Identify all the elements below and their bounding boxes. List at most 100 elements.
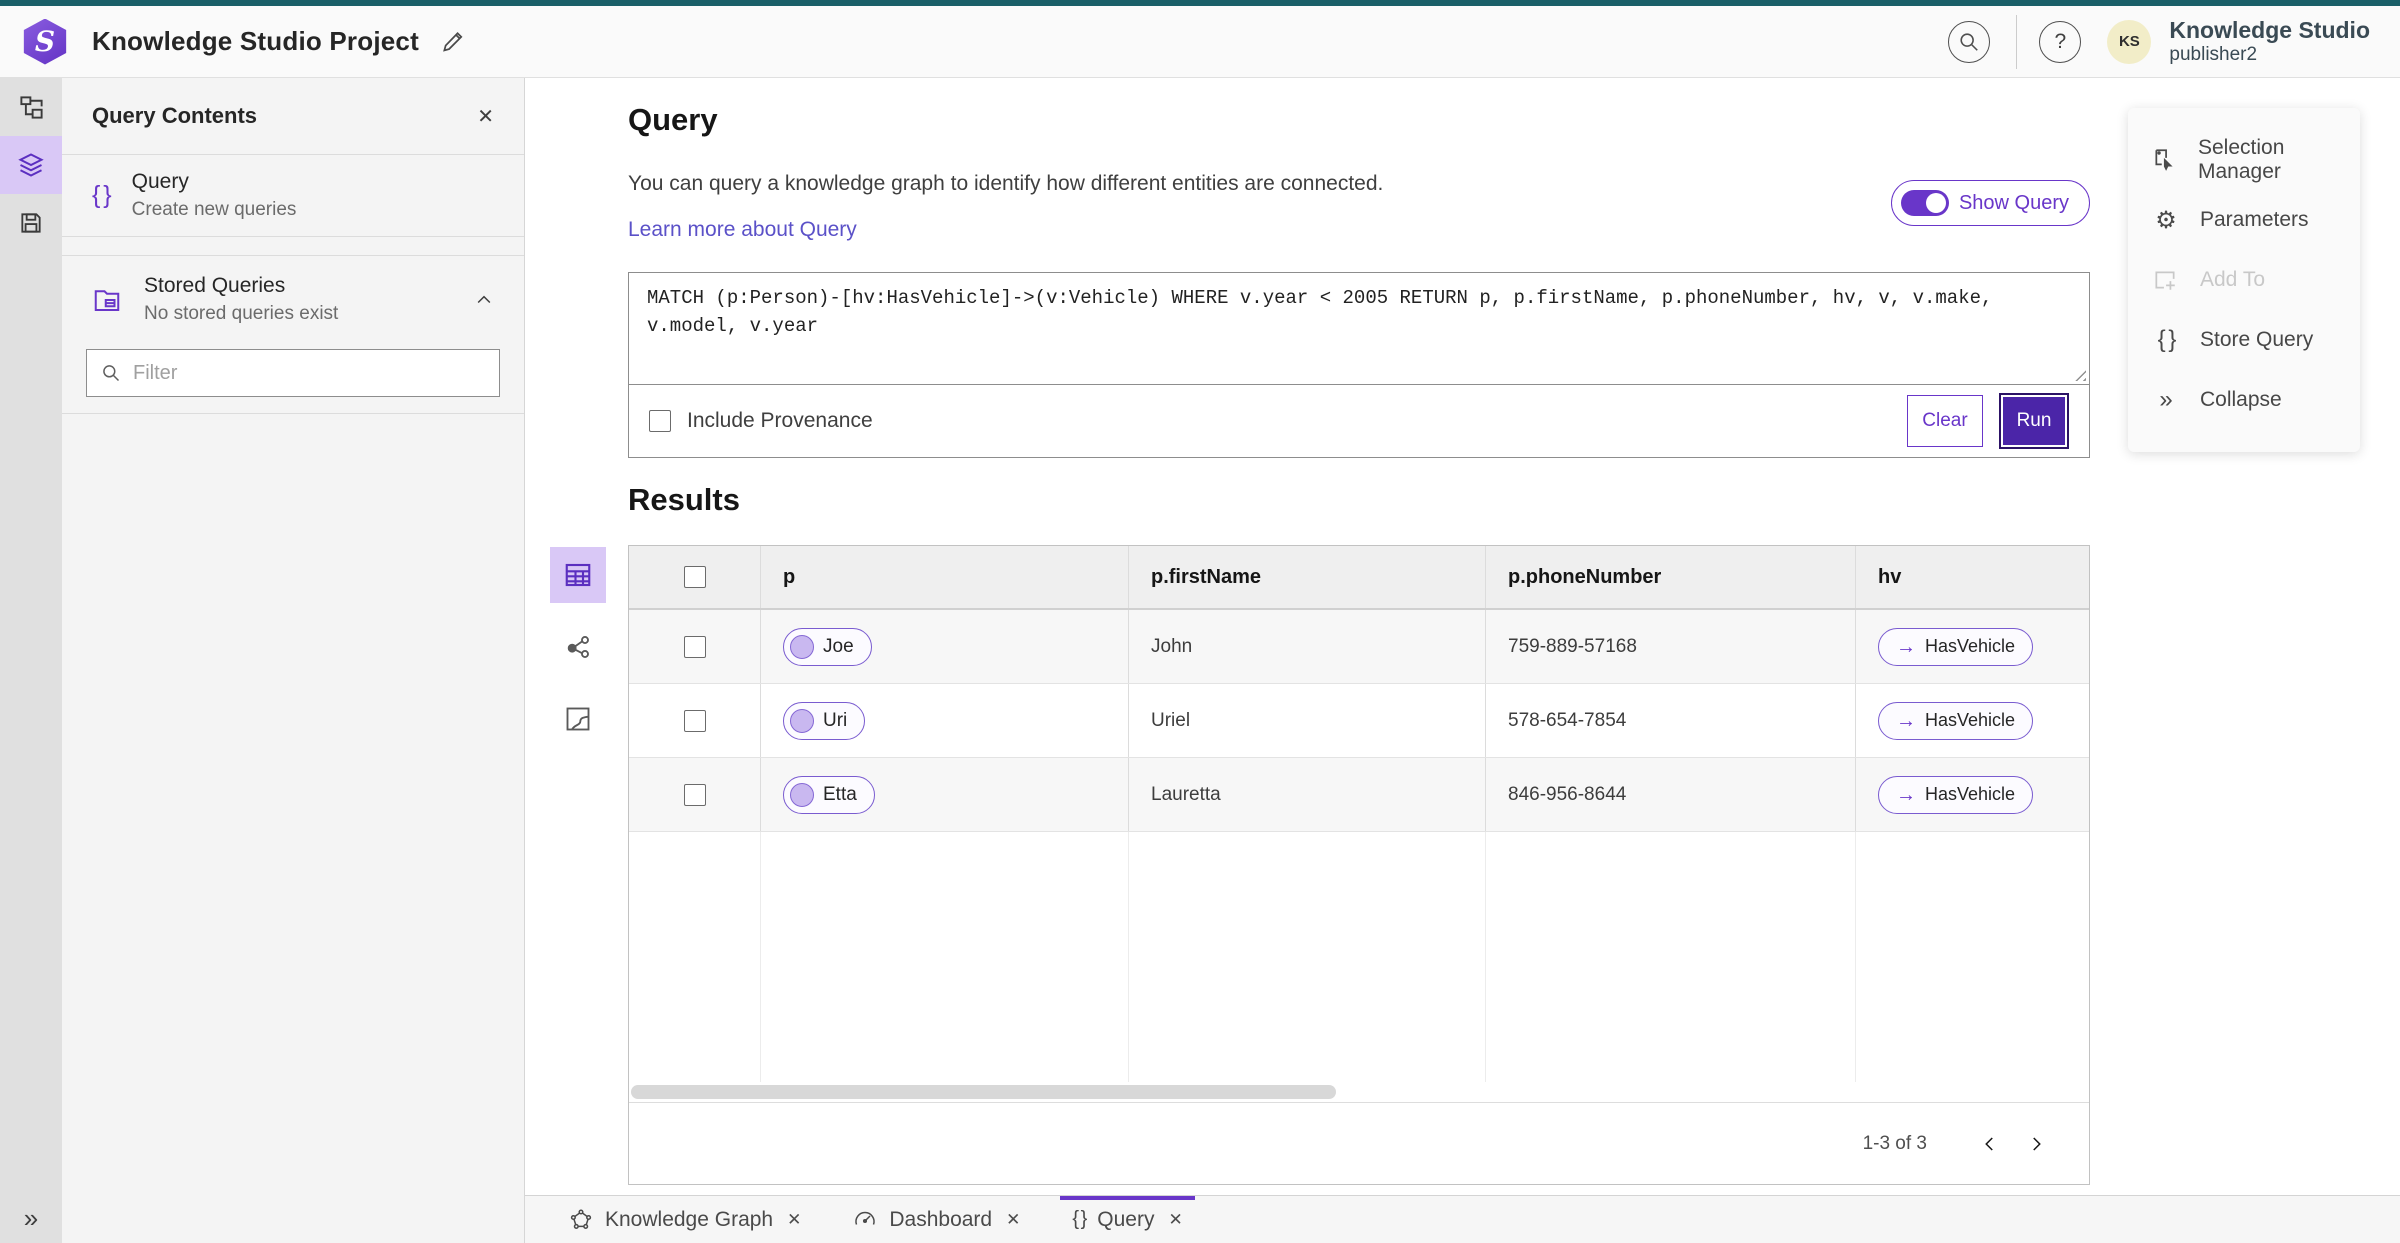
node-pill[interactable]: Etta bbox=[783, 775, 875, 814]
clear-button[interactable]: Clear bbox=[1907, 395, 1983, 447]
edge-pill[interactable]: → HasVehicle bbox=[1878, 627, 2034, 666]
store-query-label: Store Query bbox=[2200, 328, 2314, 351]
query-editor-footer: Include Provenance Clear Run bbox=[629, 385, 2089, 457]
map-view-button[interactable] bbox=[550, 691, 606, 747]
node-dot-icon bbox=[790, 634, 814, 659]
column-header-firstname[interactable]: p.firstName bbox=[1129, 546, 1486, 608]
braces-icon: { } bbox=[2157, 326, 2177, 353]
edge-label: HasVehicle bbox=[1925, 636, 2016, 656]
hierarchy-icon bbox=[18, 94, 45, 121]
add-to-item: Add To bbox=[2128, 250, 2360, 310]
node-pill[interactable]: Uri bbox=[783, 701, 866, 740]
stored-queries-text: Stored Queries No stored queries exist bbox=[144, 274, 338, 325]
rail-item-queries[interactable] bbox=[0, 136, 62, 194]
firstname-value: John bbox=[1151, 635, 1193, 657]
toggle-switch-icon[interactable] bbox=[1900, 190, 1949, 216]
close-tab-button[interactable]: ✕ bbox=[1006, 1210, 1020, 1230]
row-checkbox[interactable] bbox=[683, 709, 706, 732]
query-page-title: Query bbox=[628, 102, 718, 137]
node-label: Uri bbox=[823, 709, 848, 731]
edge-pill[interactable]: → HasVehicle bbox=[1878, 775, 2034, 814]
results-view-switcher bbox=[550, 547, 606, 747]
show-query-toggle[interactable]: Show Query bbox=[1890, 180, 2090, 226]
stored-queries-subtitle: No stored queries exist bbox=[144, 303, 339, 324]
panel-item-query[interactable]: { } Query Create new queries bbox=[62, 155, 524, 237]
search-icon bbox=[1958, 31, 1980, 53]
user-info: Knowledge Studio publisher2 bbox=[2169, 17, 2370, 65]
stored-queries-header[interactable]: Stored Queries No stored queries exist bbox=[62, 256, 524, 335]
edit-title-button[interactable] bbox=[433, 21, 475, 63]
query-editor[interactable]: MATCH (p:Person)-[hv:HasVehicle]->(v:Veh… bbox=[629, 273, 2089, 385]
help-button[interactable]: ? bbox=[2039, 20, 2082, 63]
row-checkbox[interactable] bbox=[683, 783, 706, 806]
stored-queries-title: Stored Queries bbox=[144, 274, 286, 297]
tab-dashboard[interactable]: Dashboard ✕ bbox=[827, 1196, 1046, 1243]
chevron-left-icon bbox=[1981, 1135, 1999, 1153]
table-view-button[interactable] bbox=[550, 547, 606, 603]
map-icon bbox=[564, 705, 592, 733]
show-query-label: Show Query bbox=[1958, 191, 2069, 214]
column-header-hv[interactable]: hv bbox=[1856, 546, 2089, 608]
phonenumber-value: 759-889-57168 bbox=[1508, 635, 1637, 657]
chevron-right-icon bbox=[2027, 1135, 2045, 1153]
tab-knowledge-graph[interactable]: Knowledge Graph ✕ bbox=[543, 1196, 827, 1243]
search-button[interactable] bbox=[1948, 20, 1991, 63]
edge-pill[interactable]: → HasVehicle bbox=[1878, 701, 2034, 740]
chevron-up-icon[interactable] bbox=[474, 290, 494, 310]
save-icon bbox=[18, 210, 44, 236]
scrollbar-thumb[interactable] bbox=[631, 1085, 1336, 1099]
node-pill[interactable]: Joe bbox=[783, 627, 872, 666]
row-select-cell bbox=[629, 684, 761, 757]
rail-item-saved[interactable] bbox=[0, 194, 62, 252]
app-header: S Knowledge Studio Project ? KS Knowledg… bbox=[0, 6, 2400, 78]
dashboard-icon bbox=[853, 1208, 877, 1232]
tab-query[interactable]: { } Query ✕ bbox=[1046, 1196, 1208, 1243]
phonenumber-value: 578-654-7854 bbox=[1508, 709, 1627, 731]
next-page-button[interactable] bbox=[2013, 1121, 2059, 1167]
parameters-item[interactable]: ⚙ Parameters bbox=[2128, 190, 2360, 250]
close-panel-button[interactable]: ✕ bbox=[477, 104, 494, 129]
table-row: Joe John 759-889-57168 → HasVehicle bbox=[629, 610, 2089, 684]
node-dot-icon bbox=[790, 782, 814, 807]
arrow-right-icon: → bbox=[1896, 635, 1916, 658]
selection-manager-item[interactable]: Selection Manager bbox=[2128, 130, 2360, 190]
user-role: publisher2 bbox=[2169, 43, 2258, 65]
include-provenance-checkbox[interactable] bbox=[649, 410, 671, 432]
selection-manager-icon bbox=[2152, 147, 2178, 173]
query-actions-menu: Selection Manager ⚙ Parameters Add To { … bbox=[2128, 108, 2360, 452]
stored-queries-section: Stored Queries No stored queries exist bbox=[62, 255, 524, 414]
column-header-p[interactable]: p bbox=[761, 546, 1129, 608]
arrow-right-icon: → bbox=[1896, 783, 1916, 806]
query-page: Query You can query a knowledge graph to… bbox=[550, 78, 2090, 1195]
graph-view-button[interactable] bbox=[550, 619, 606, 675]
table-row: Etta Lauretta 846-956-8644 → HasVehicle bbox=[629, 758, 2089, 832]
select-all-cell bbox=[629, 546, 761, 608]
folder-icon bbox=[92, 285, 122, 315]
braces-icon: { } bbox=[1072, 1208, 1087, 1230]
query-item-subtitle: Create new queries bbox=[131, 199, 297, 220]
filter-input[interactable] bbox=[133, 361, 485, 385]
previous-page-button[interactable] bbox=[1967, 1121, 2013, 1167]
select-all-checkbox[interactable] bbox=[683, 566, 706, 588]
learn-more-link[interactable]: Learn more about Query bbox=[628, 218, 857, 242]
resize-handle[interactable] bbox=[2070, 365, 2086, 381]
results-table: p p.firstName p.phoneNumber hv Joe John … bbox=[628, 545, 2090, 1185]
column-header-phonenumber[interactable]: p.phoneNumber bbox=[1486, 546, 1856, 608]
rail-item-hierarchy[interactable] bbox=[0, 78, 62, 136]
collapse-item[interactable]: » Collapse bbox=[2128, 370, 2360, 430]
run-button[interactable]: Run bbox=[1999, 393, 2069, 449]
results-title: Results bbox=[628, 482, 740, 517]
include-provenance-label: Include Provenance bbox=[687, 409, 873, 432]
row-checkbox[interactable] bbox=[683, 635, 706, 658]
close-tab-button[interactable]: ✕ bbox=[787, 1210, 801, 1230]
layers-icon bbox=[17, 151, 45, 179]
query-item-text: Query Create new queries bbox=[132, 170, 297, 221]
phonenumber-value: 846-956-8644 bbox=[1508, 783, 1627, 805]
store-query-item[interactable]: { } Store Query bbox=[2128, 310, 2360, 370]
node-cell: Joe bbox=[761, 610, 1129, 683]
close-tab-button[interactable]: ✕ bbox=[1168, 1210, 1182, 1230]
bottom-tab-bar: Knowledge Graph ✕ Dashboard ✕ { } Query … bbox=[525, 1195, 2400, 1243]
expand-rail-button[interactable]: » bbox=[0, 1205, 62, 1231]
query-text[interactable]: MATCH (p:Person)-[hv:HasVehicle]->(v:Veh… bbox=[647, 285, 2047, 340]
user-avatar[interactable]: KS bbox=[2107, 19, 2152, 64]
